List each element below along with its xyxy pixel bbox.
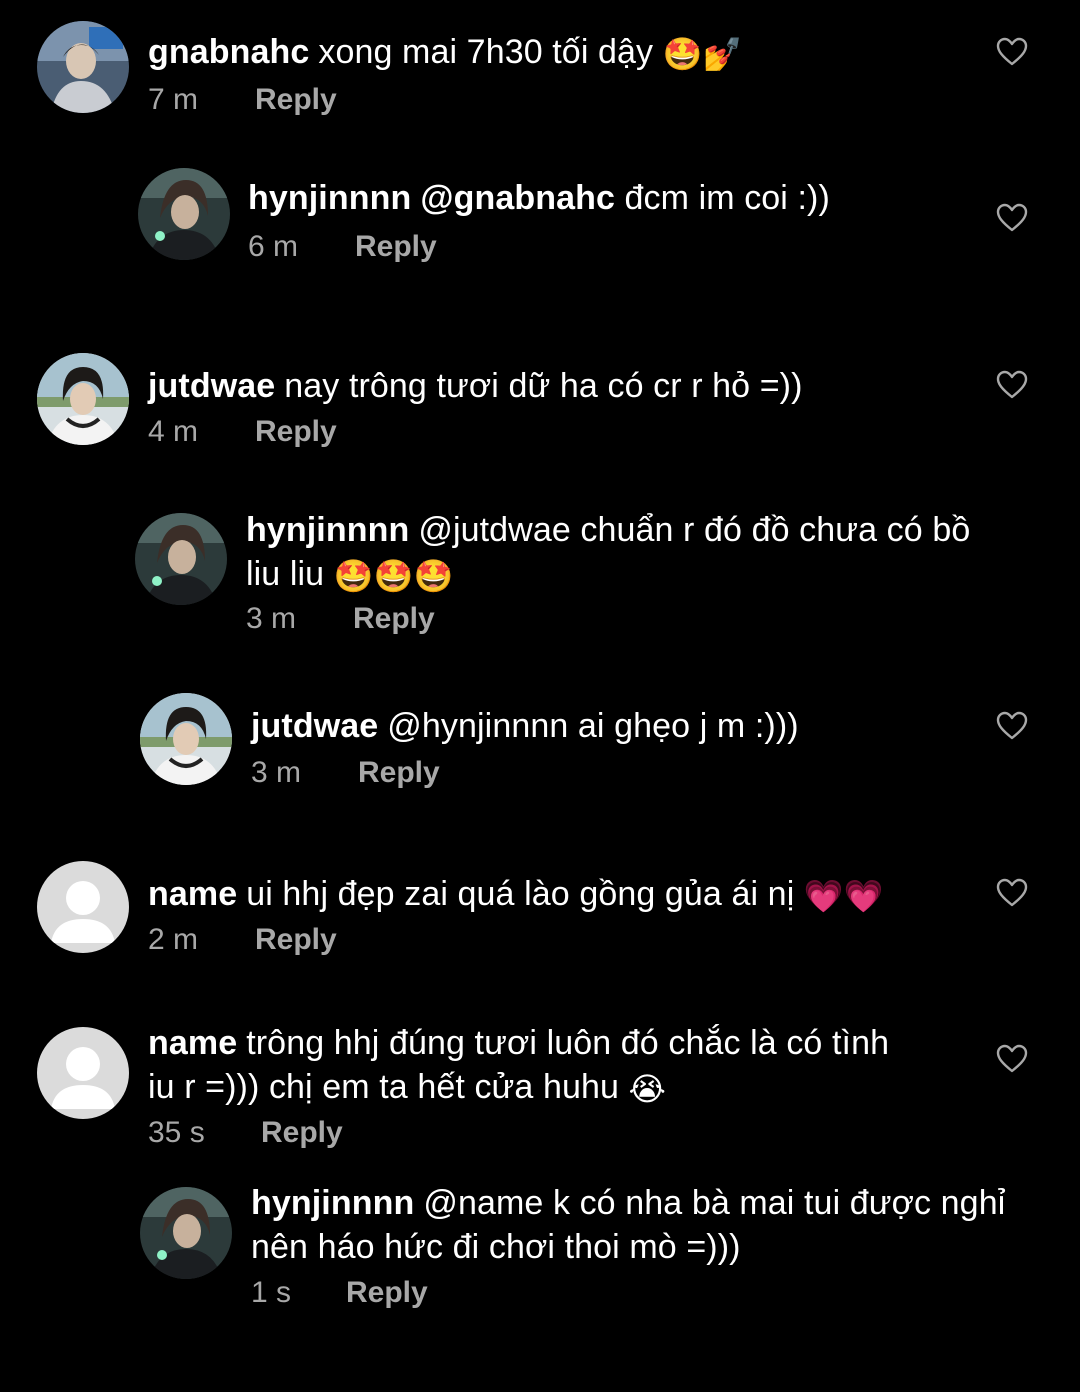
like-button[interactable] (996, 203, 1028, 233)
comment-meta: 4 m Reply (148, 414, 337, 450)
comment-emoji: 🤩🤩🤩 (333, 557, 454, 595)
comment-text: jutdwae @hynjinnnn ai ghẹo j m :))) (251, 704, 799, 748)
comment-meta: 7 m Reply (148, 82, 337, 118)
username[interactable]: jutdwae (148, 367, 275, 405)
comment-text: name trông hhj đúng tươi luôn đó chắc là … (148, 1021, 948, 1109)
like-button[interactable] (996, 711, 1028, 741)
comment-body-line-1: @name k có nha bà mai tui được nghỉ (423, 1184, 1006, 1222)
avatar[interactable] (37, 861, 129, 953)
reply-button[interactable]: Reply (355, 229, 437, 265)
reply-button[interactable]: Reply (255, 82, 337, 118)
avatar[interactable] (135, 513, 227, 605)
reply-button[interactable]: Reply (255, 414, 337, 450)
comment-text: jutdwae nay trông tươi dữ ha có cr r hỏ =… (148, 364, 803, 408)
username[interactable]: gnabnahc (148, 33, 309, 71)
username[interactable]: hynjinnnn (251, 1184, 414, 1222)
timestamp: 1 s (251, 1276, 292, 1309)
avatar[interactable] (138, 168, 230, 260)
comment-text: hynjinnnn @gnabnahc đcm im coi :)) (248, 176, 830, 220)
comment-body-line-1: trông hhj đúng tươi luôn đó chắc là có t… (246, 1024, 890, 1062)
comment-body-line-2: liu liu (246, 555, 325, 593)
timestamp: 3 m (251, 756, 302, 789)
reply-button[interactable]: Reply (261, 1115, 343, 1151)
username[interactable]: name (148, 1024, 237, 1062)
like-button[interactable] (996, 37, 1028, 67)
timestamp: 2 m (148, 923, 199, 956)
avatar[interactable] (37, 1027, 129, 1119)
heart-outline-icon (996, 203, 1028, 232)
comment-body-line-2: iu r =))) chị em ta hết cửa huhu (148, 1068, 619, 1106)
username[interactable]: name (148, 875, 237, 913)
heart-outline-icon (996, 370, 1028, 399)
timestamp: 4 m (148, 415, 199, 448)
timestamp: 3 m (246, 602, 297, 635)
username[interactable]: jutdwae (251, 707, 378, 745)
timestamp: 35 s (148, 1116, 205, 1149)
comment-meta: 3 m Reply (251, 755, 440, 791)
reply-button[interactable]: Reply (346, 1275, 428, 1311)
comment-meta: 3 m Reply (246, 601, 435, 637)
avatar[interactable] (37, 353, 129, 445)
comment-body-line-1: @jutdwae chuẩn r đó đồ chưa có bồ (418, 511, 971, 549)
mention-link[interactable]: @gnabnahc (420, 179, 615, 217)
comment-text: name ui hhj đẹp zai quá lào gồng gủa ái n… (148, 872, 884, 916)
reply-button[interactable]: Reply (255, 922, 337, 958)
like-button[interactable] (996, 370, 1028, 400)
comment-meta: 35 s Reply (148, 1115, 343, 1151)
like-button[interactable] (996, 878, 1028, 908)
comment-text: hynjinnnn @name k có nha bà mai tui được … (251, 1181, 1051, 1269)
username[interactable]: hynjinnnn (248, 179, 411, 217)
comment-meta: 1 s Reply (251, 1275, 428, 1311)
avatar[interactable] (140, 693, 232, 785)
heart-outline-icon (996, 37, 1028, 66)
comment-body: đcm im coi :)) (624, 179, 830, 217)
comment-meta: 6 m Reply (248, 229, 437, 265)
heart-outline-icon (996, 878, 1028, 907)
comment-text: hynjinnnn @jutdwae chuẩn r đó đồ chưa có … (246, 508, 1026, 596)
comment-emoji: 💗💗 (803, 877, 884, 915)
comment-emoji: 😭 (628, 1070, 667, 1108)
comment-body: ui hhj đẹp zai quá lào gồng gủa ái nị (246, 875, 795, 913)
reply-button[interactable]: Reply (358, 755, 440, 791)
comment-body-line-2: nên háo hức đi chơi thoi mò =))) (251, 1228, 741, 1266)
comment-text: gnabnahc xong mai 7h30 tối dậy 🤩💅 (148, 30, 743, 74)
avatar[interactable] (140, 1187, 232, 1279)
comment-meta: 2 m Reply (148, 922, 337, 958)
reply-button[interactable]: Reply (353, 601, 435, 637)
heart-outline-icon (996, 711, 1028, 740)
timestamp: 6 m (248, 230, 299, 263)
avatar[interactable] (37, 21, 129, 113)
heart-outline-icon (996, 1044, 1028, 1073)
timestamp: 7 m (148, 83, 199, 116)
username[interactable]: hynjinnnn (246, 511, 409, 549)
comment-body: @hynjinnnn ai ghẹo j m :))) (387, 707, 799, 745)
comment-emoji: 🤩💅 (662, 35, 743, 73)
comment-body: nay trông tươi dữ ha có cr r hỏ =)) (284, 367, 803, 405)
comment-body: xong mai 7h30 tối dậy (318, 33, 654, 71)
like-button[interactable] (996, 1044, 1028, 1074)
